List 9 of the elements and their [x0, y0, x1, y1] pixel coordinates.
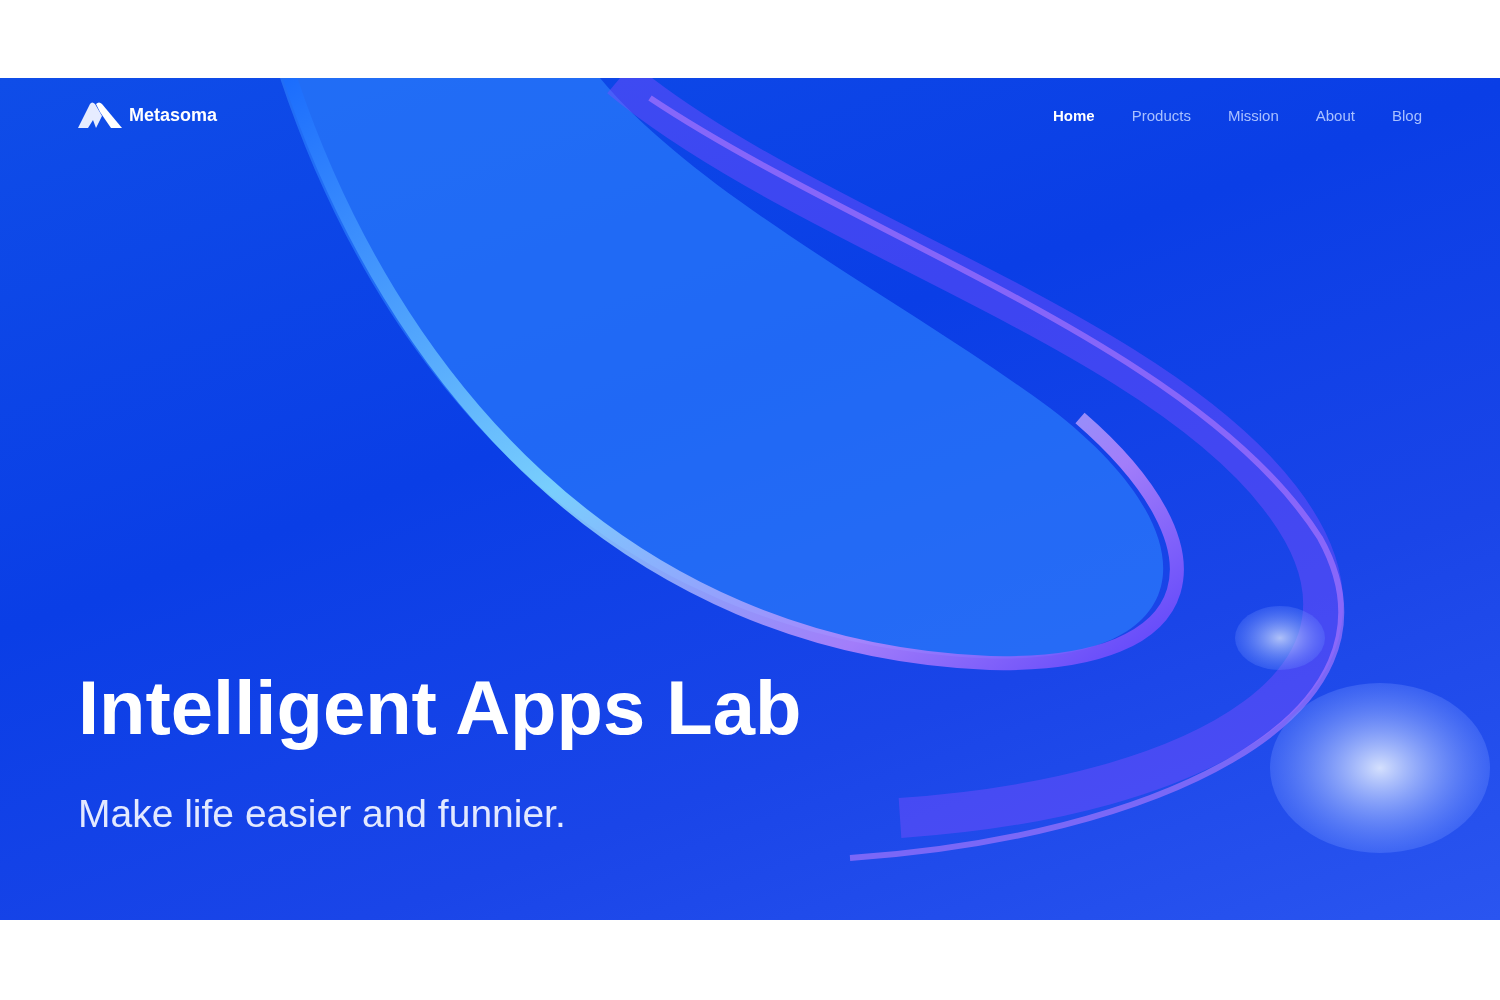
- nav-link[interactable]: Products: [1131, 106, 1191, 124]
- nav-link[interactable]: Blog: [1391, 106, 1422, 124]
- brand-name[interactable]: Metasoma: [129, 104, 218, 126]
- hero-subtitle: Make life easier and funnier.: [78, 791, 567, 838]
- nav-link[interactable]: Mission: [1227, 106, 1279, 124]
- nav-link[interactable]: About: [1315, 106, 1355, 124]
- mountain-logo-icon: [78, 102, 122, 128]
- hero-title: Intelligent Apps Lab: [78, 665, 803, 750]
- nav-link[interactable]: Home: [1053, 106, 1095, 124]
